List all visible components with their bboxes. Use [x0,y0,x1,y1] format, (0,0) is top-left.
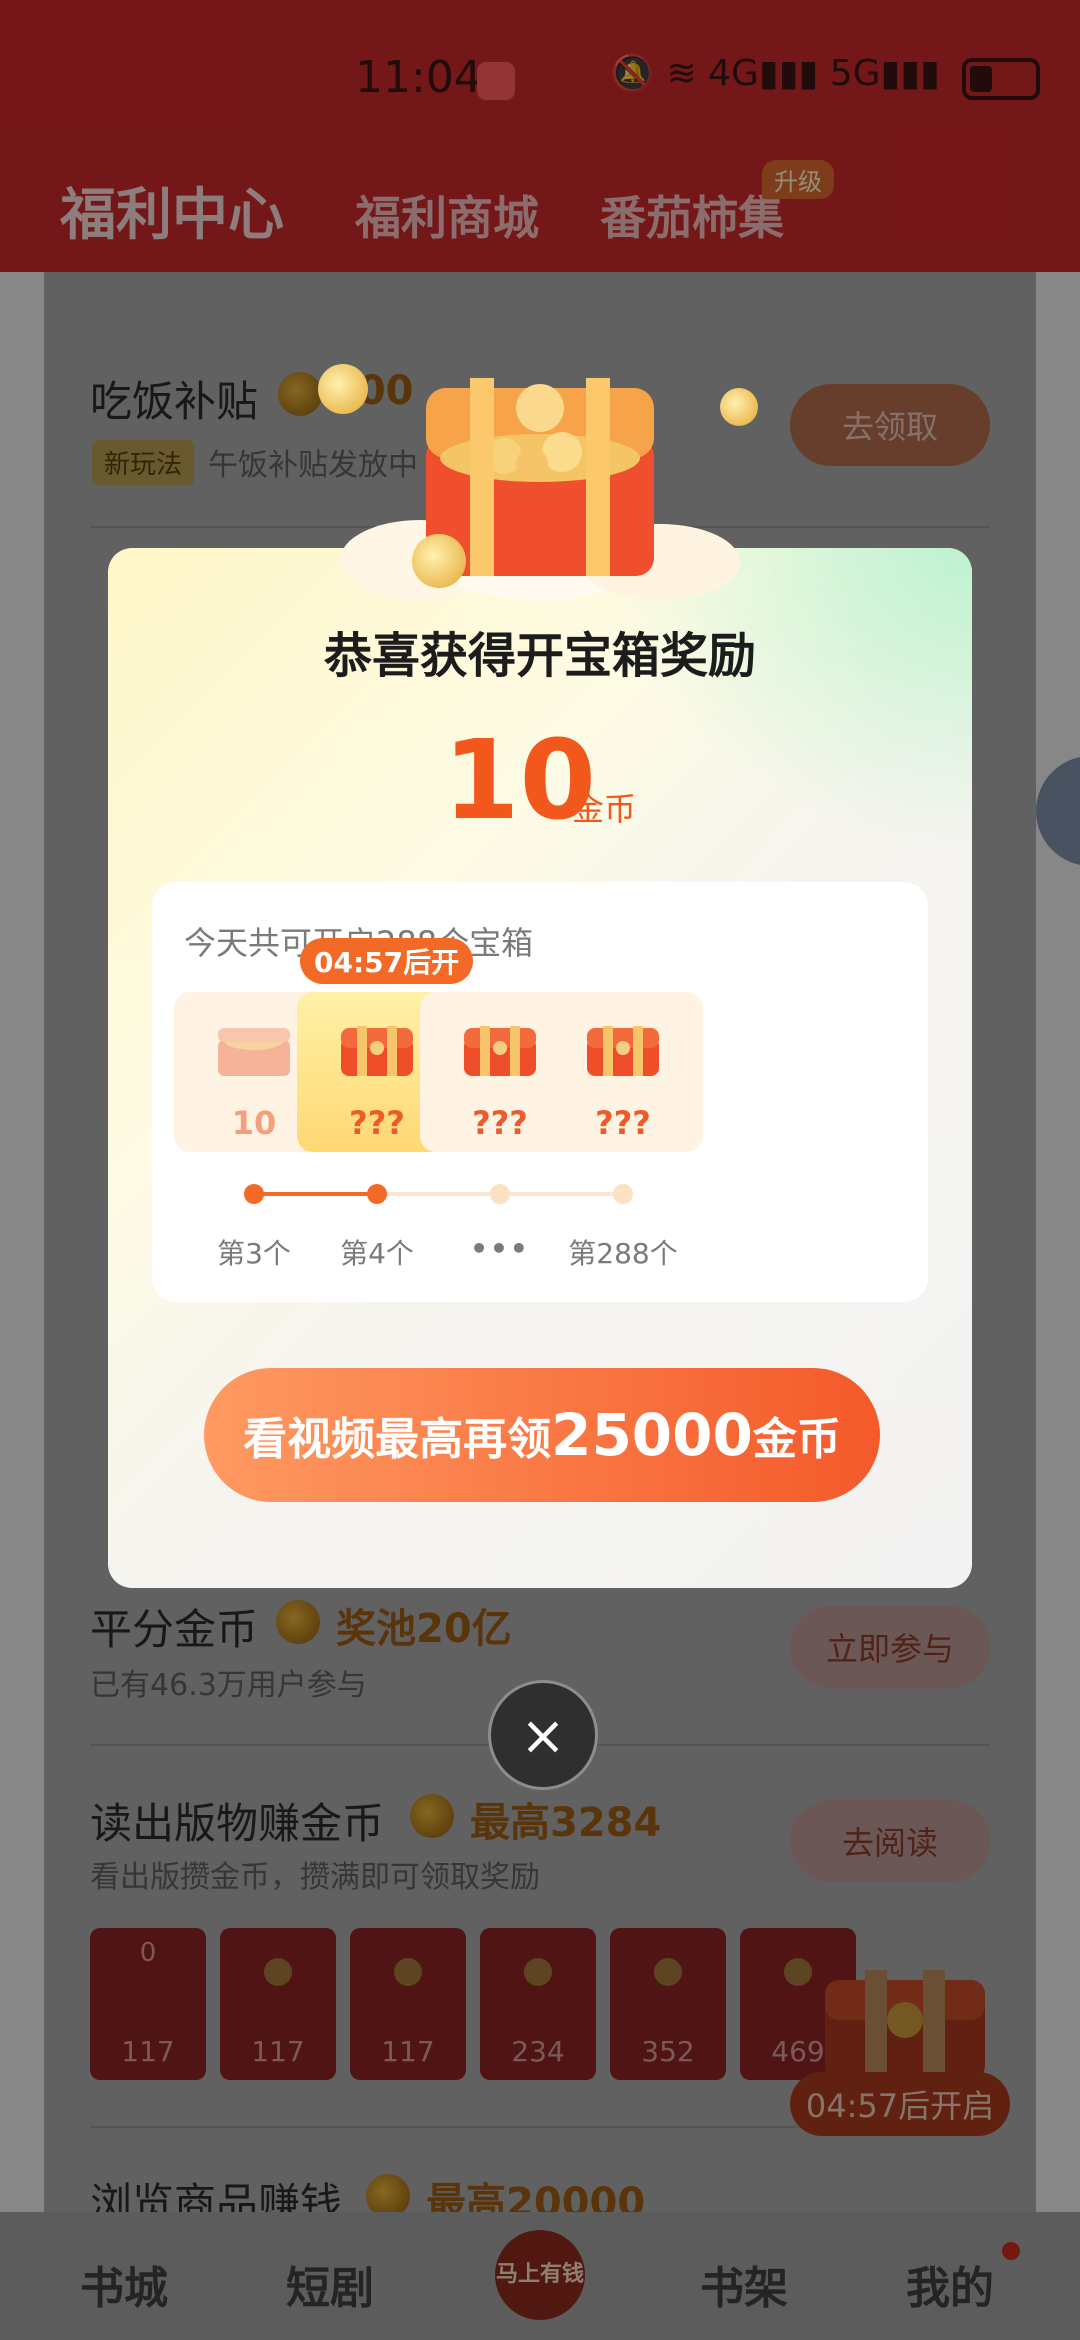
chest-icon [341,1026,413,1076]
chest-slot-locked: ??? [543,992,703,1152]
open-chest-icon [218,1028,290,1076]
chest-progress-panel: 今天共可开启288个宝箱 10 ??? [152,882,928,1302]
treasure-reward-dialog: 恭喜获得开宝箱奖励 10 金币 今天共可开启288个宝箱 10 ??? [108,548,972,1588]
coin-icon [720,388,758,426]
progress-track-filled [254,1192,376,1196]
chest-timer-badge: 04:57后开 [300,938,474,984]
step-label: 第288个 [568,1237,678,1270]
chest-icon [587,1026,659,1076]
progress-dot [367,1184,387,1204]
chest-icon [464,1026,536,1076]
progress-dot [490,1184,510,1204]
coin-icon [318,364,368,414]
reward-unit: 金币 [572,790,637,828]
coin-icon [412,534,466,588]
close-button[interactable]: × [488,1680,598,1790]
watch-video-button[interactable]: 看视频最高再领 25000 金币 [204,1368,880,1502]
progress-dot [613,1184,633,1204]
dialog-title: 恭喜获得开宝箱奖励 [323,628,756,684]
progress-dot [244,1184,264,1204]
